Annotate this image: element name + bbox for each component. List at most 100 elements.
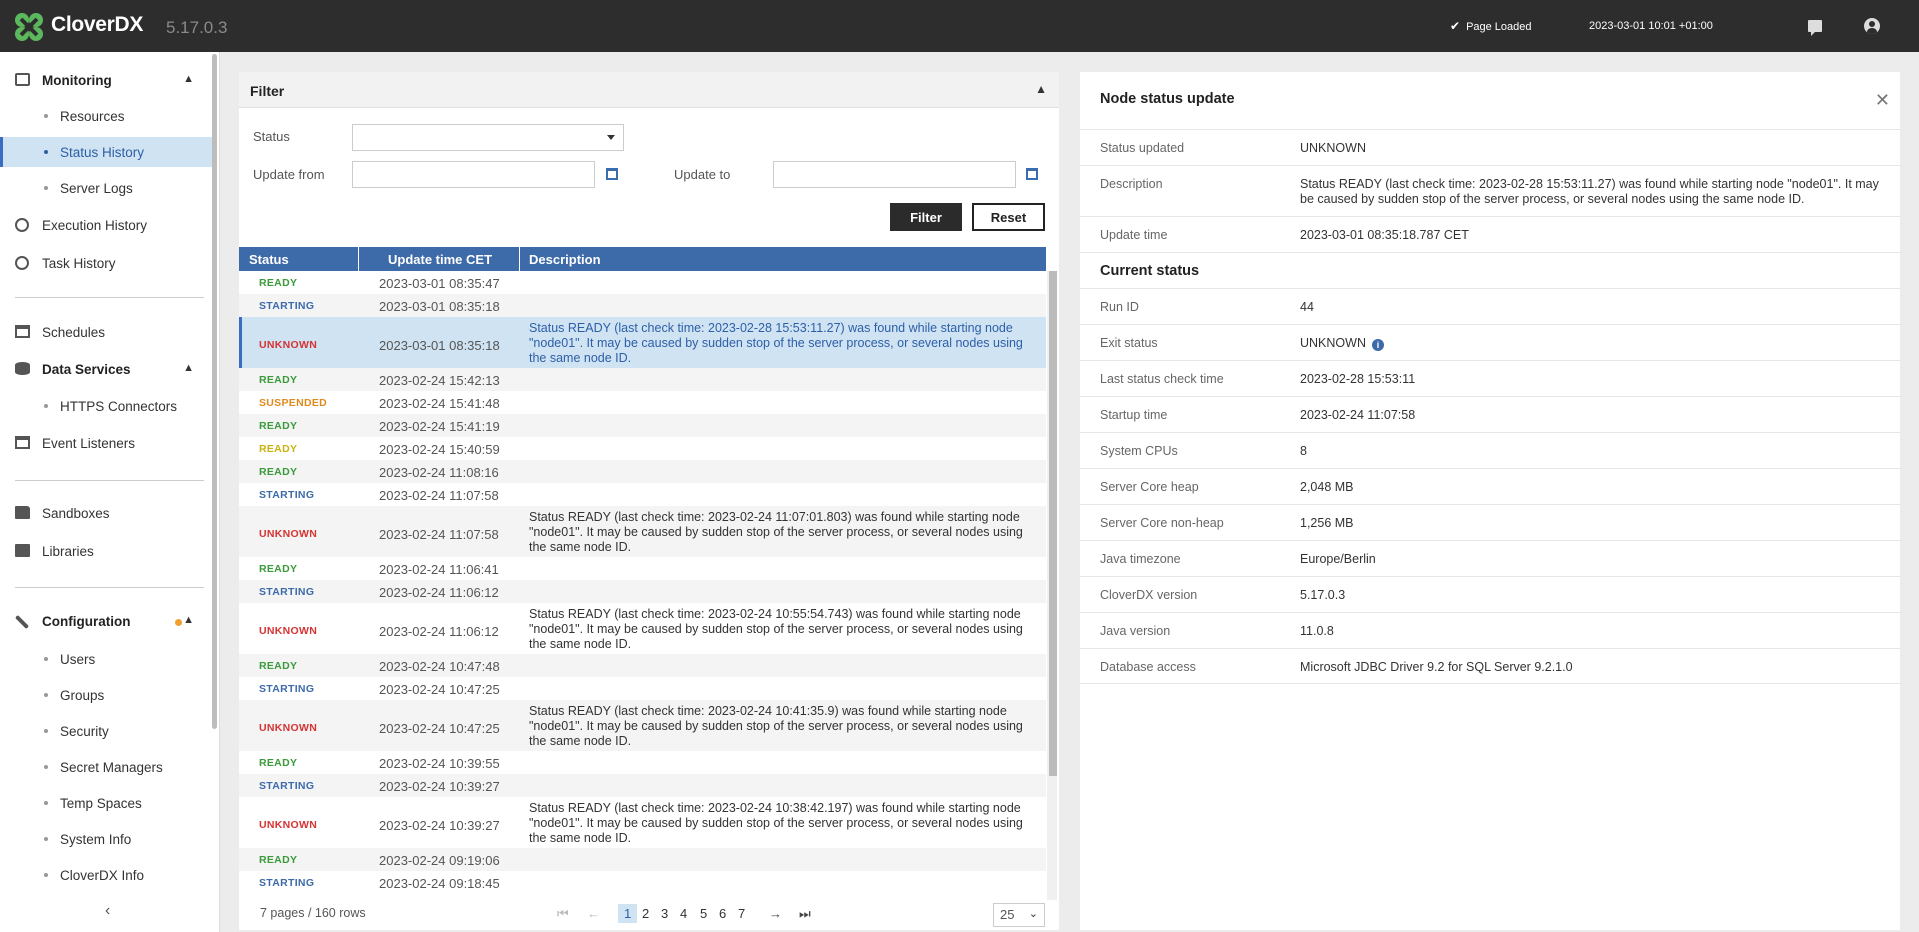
table-row[interactable]: READY 2023-02-24 15:40:59 (239, 437, 1046, 460)
table-row[interactable]: READY 2023-02-24 11:06:41 (239, 557, 1046, 580)
calendar-icon[interactable] (1026, 168, 1038, 180)
page-size-select[interactable]: 25 ⌄ (993, 903, 1045, 927)
detail-key: Java timezone (1100, 552, 1181, 566)
close-icon[interactable]: ✕ (1875, 90, 1890, 111)
bullet-icon (44, 657, 48, 661)
sidebar-item-schedules[interactable]: Schedules (0, 317, 212, 347)
update-to-input[interactable] (773, 161, 1016, 188)
table-row[interactable]: STARTING 2023-02-24 11:07:58 (239, 483, 1046, 506)
sidebar-group-data-services[interactable]: Data Services ▲ (0, 354, 212, 384)
sidebar-item-sandboxes[interactable]: Sandboxes (0, 498, 212, 528)
user-icon[interactable] (1864, 18, 1880, 34)
page-2[interactable]: 2 (642, 906, 649, 921)
first-page-icon[interactable]: ⏮ (557, 906, 569, 922)
table-row[interactable]: READY 2023-02-24 10:47:48 (239, 654, 1046, 677)
sidebar-item-status-history[interactable]: Status History (0, 137, 212, 167)
sidebar-item-security[interactable]: Security (0, 716, 212, 746)
status-cell: UNKNOWN (259, 528, 318, 540)
monitor-icon (15, 73, 30, 86)
sidebar: Monitoring ▲ Resources Status History Se… (0, 52, 220, 932)
table-row[interactable]: READY 2023-02-24 10:39:55 (239, 751, 1046, 774)
sidebar-item-server-logs[interactable]: Server Logs (0, 173, 212, 203)
column-header-status[interactable]: Status (249, 252, 289, 267)
info-icon[interactable]: i (1371, 339, 1384, 351)
detail-key: Startup time (1100, 408, 1168, 422)
table-row[interactable]: UNKNOWN 2023-02-24 10:47:25 Status READY (… (239, 700, 1046, 751)
page-status: ✔ Page Loaded (1450, 19, 1532, 33)
description-cell: Status READY (last check time: 2023-02-2… (529, 607, 1023, 651)
update-time-cell: 2023-02-24 15:41:19 (379, 419, 500, 434)
status-cell: READY (259, 466, 298, 478)
table-row[interactable]: UNKNOWN 2023-02-24 10:39:27 Status READY (… (239, 797, 1046, 848)
page-4[interactable]: 4 (680, 906, 687, 921)
status-cell: STARTING (259, 300, 315, 312)
detail-row-java-version: Java version 11.0.8 (1080, 612, 1900, 648)
update-from-label: Update from (253, 167, 325, 182)
prev-page-icon[interactable]: ← (587, 906, 600, 921)
sidebar-item-libraries[interactable]: Libraries (0, 536, 212, 566)
last-page-icon[interactable]: ⏭ (799, 906, 811, 922)
chevron-up-icon[interactable]: ▲ (1035, 82, 1047, 96)
detail-value: 44 (1300, 300, 1314, 314)
update-time-cell: 2023-03-01 08:35:18 (379, 338, 500, 353)
detail-key: Server Core heap (1100, 480, 1199, 494)
page-6[interactable]: 6 (719, 906, 726, 921)
sidebar-item-https-connectors[interactable]: HTTPS Connectors (0, 391, 212, 421)
sidebar-item-cloverdx-info[interactable]: CloverDX Info (0, 860, 212, 890)
table-row[interactable]: UNKNOWN 2023-02-24 11:07:58 Status READY (… (239, 506, 1046, 557)
table-row[interactable]: UNKNOWN 2023-03-01 08:35:18 Status READY (… (239, 317, 1046, 368)
sidebar-item-task-history[interactable]: Task History (0, 248, 212, 278)
column-separator (358, 247, 359, 271)
column-header-update-time[interactable]: Update time CET (388, 252, 492, 267)
reset-button[interactable]: Reset (972, 203, 1045, 231)
sidebar-item-resources[interactable]: Resources (0, 101, 212, 131)
table-row[interactable]: UNKNOWN 2023-02-24 11:06:12 Status READY (… (239, 603, 1046, 654)
table-row[interactable]: READY 2023-03-01 08:35:47 (239, 271, 1046, 294)
page-5[interactable]: 5 (700, 906, 707, 921)
sidebar-item-system-info[interactable]: System Info (0, 824, 212, 854)
event-icon (15, 436, 30, 449)
page-1[interactable]: 1 (618, 904, 638, 923)
table-row[interactable]: STARTING 2023-02-24 11:06:12 (239, 580, 1046, 603)
chat-icon[interactable] (1808, 20, 1822, 36)
update-time-cell: 2023-02-24 09:18:45 (379, 876, 500, 891)
sidebar-group-monitoring[interactable]: Monitoring ▲ (0, 65, 212, 95)
filter-header[interactable]: Filter ▲ (239, 72, 1059, 108)
sidebar-item-event-listeners[interactable]: Event Listeners (0, 428, 212, 458)
table-row[interactable]: SUSPENDED 2023-02-24 15:41:48 (239, 391, 1046, 414)
update-time-cell: 2023-02-24 11:06:12 (379, 585, 499, 600)
table-row[interactable]: STARTING 2023-02-24 09:18:45 (239, 871, 1046, 894)
update-time-cell: 2023-02-24 11:06:41 (379, 562, 499, 577)
page-3[interactable]: 3 (661, 906, 668, 921)
sidebar-item-groups[interactable]: Groups (0, 680, 212, 710)
sidebar-item-temp-spaces[interactable]: Temp Spaces (0, 788, 212, 818)
table-row[interactable]: READY 2023-02-24 09:19:06 (239, 848, 1046, 871)
filter-button[interactable]: Filter (890, 203, 962, 231)
sidebar-scrollbar[interactable] (212, 54, 217, 729)
table-row[interactable]: STARTING 2023-02-24 10:39:27 (239, 774, 1046, 797)
update-from-input[interactable] (352, 161, 595, 188)
chevron-up-icon: ▲ (183, 362, 194, 374)
sidebar-item-secret-managers[interactable]: Secret Managers (0, 752, 212, 782)
bullet-icon (44, 729, 48, 733)
status-select[interactable] (352, 124, 624, 151)
collapse-sidebar-icon[interactable]: ‹ (105, 902, 110, 920)
table-scrollbar-thumb[interactable] (1049, 271, 1057, 776)
column-header-description[interactable]: Description (529, 252, 601, 267)
pager-info: 7 pages / 160 rows (260, 906, 366, 920)
table-row[interactable]: STARTING 2023-02-24 10:47:25 (239, 677, 1046, 700)
sidebar-group-configuration[interactable]: Configuration ▲ (0, 606, 212, 636)
current-status-heading: Current status (1100, 263, 1200, 279)
update-time-cell: 2023-02-24 10:39:27 (379, 779, 500, 794)
sidebar-item-users[interactable]: Users (0, 644, 212, 674)
table-row[interactable]: READY 2023-02-24 15:41:19 (239, 414, 1046, 437)
status-cell: READY (259, 660, 298, 672)
next-page-icon[interactable]: → (769, 906, 782, 921)
page-7[interactable]: 7 (738, 906, 745, 921)
table-row[interactable]: READY 2023-02-24 11:08:16 (239, 460, 1046, 483)
sidebar-divider (15, 587, 204, 588)
calendar-icon[interactable] (606, 168, 618, 180)
table-row[interactable]: STARTING 2023-03-01 08:35:18 (239, 294, 1046, 317)
table-row[interactable]: READY 2023-02-24 15:42:13 (239, 368, 1046, 391)
sidebar-item-execution-history[interactable]: Execution History (0, 210, 212, 240)
